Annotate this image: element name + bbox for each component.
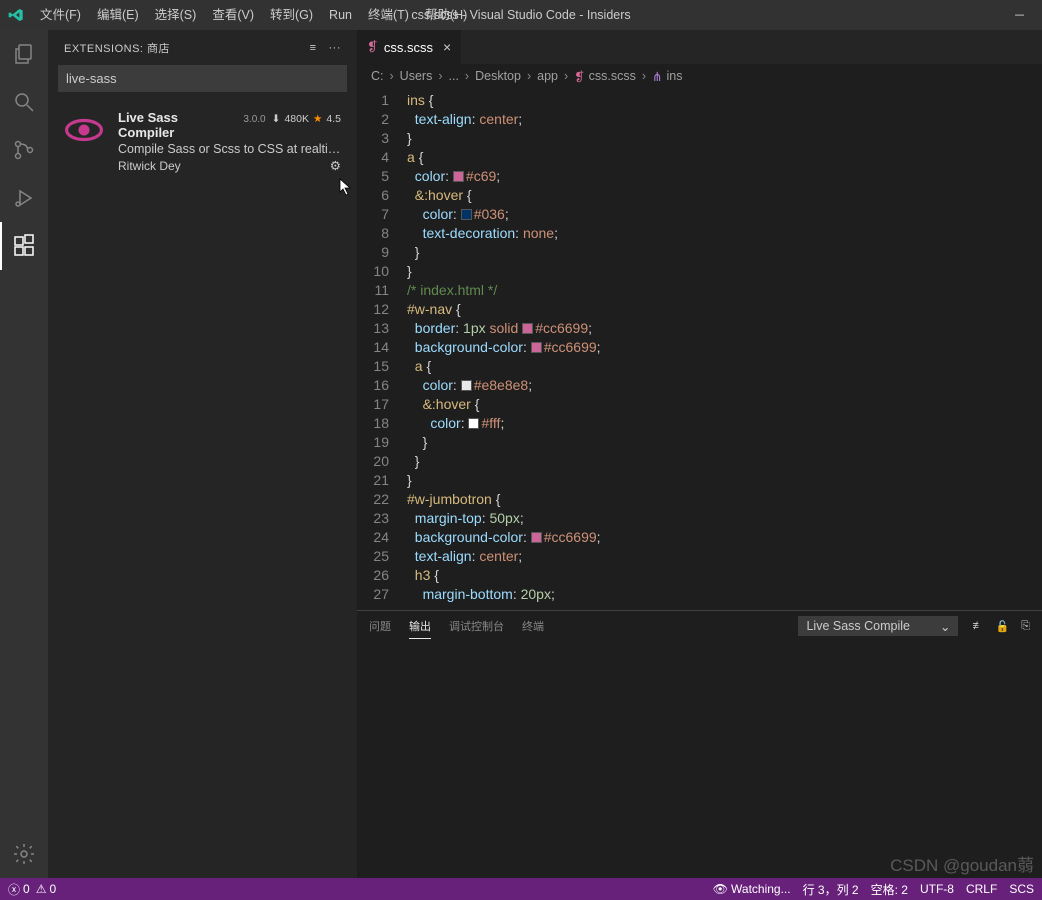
sidebar-header: EXTENSIONS: 商店 ≡ ···: [48, 30, 357, 65]
search-icon[interactable]: [0, 78, 48, 126]
output-channel-select[interactable]: Live Sass Compile: [798, 616, 958, 636]
extensions-sidebar: EXTENSIONS: 商店 ≡ ··· Live Sass Compiler …: [48, 30, 357, 878]
extension-search-input[interactable]: [58, 65, 347, 92]
extension-eye-icon: [64, 110, 104, 150]
status-eol[interactable]: CRLF: [966, 882, 997, 896]
menu-item[interactable]: 转到(G): [262, 0, 321, 30]
status-bar: ⓧ 0 ⚠ 0 👁 Watching... 行 3，列 2 空格: 2 UTF-…: [0, 878, 1042, 900]
menu-item[interactable]: 终端(T): [360, 0, 417, 30]
menu-item[interactable]: Run: [321, 0, 360, 30]
panel-tab[interactable]: 输出: [409, 614, 431, 639]
status-line-col[interactable]: 行 3，列 2: [803, 881, 859, 898]
sidebar-title: EXTENSIONS: 商店: [64, 40, 310, 56]
breadcrumb-segment[interactable]: Users: [400, 69, 433, 83]
breadcrumb-segment[interactable]: ...: [449, 69, 459, 83]
panel-tabs: 问题输出调试控制台终端 Live Sass Compile ≢ 🔓 ⎘: [357, 611, 1042, 641]
extensions-icon[interactable]: [0, 222, 48, 270]
status-language[interactable]: SCS: [1009, 882, 1034, 896]
explorer-icon[interactable]: [0, 30, 48, 78]
code-editor[interactable]: 1234567891011121314151617181920212223242…: [357, 87, 1042, 610]
breadcrumb-segment[interactable]: ⋔ins: [652, 69, 682, 84]
editor-tabs: ❡ css.scss ×: [357, 30, 1042, 65]
extension-manage-gear-icon[interactable]: ⚙: [330, 158, 341, 173]
breadcrumb[interactable]: C:›Users›...›Desktop›app›❡css.scss›⋔ins: [357, 65, 1042, 87]
breadcrumb-segment[interactable]: ❡css.scss: [574, 69, 636, 84]
menu-item[interactable]: 查看(V): [204, 0, 262, 30]
lock-scroll-icon[interactable]: 🔓: [995, 620, 1009, 633]
menu-item[interactable]: 选择(S): [147, 0, 205, 30]
panel-tab[interactable]: 调试控制台: [449, 614, 504, 639]
window-title: css.scss - Visual Studio Code - Insiders: [411, 8, 630, 22]
filter-icon[interactable]: ≡: [310, 42, 317, 54]
titlebar: 文件(F)编辑(E)选择(S)查看(V)转到(G)Run终端(T)帮助(H) c…: [0, 0, 1042, 30]
extension-stats: ⬇480K ★4.5: [272, 113, 341, 125]
editor-tab-css-scss[interactable]: ❡ css.scss ×: [357, 30, 461, 64]
status-warnings[interactable]: ⚠ 0: [36, 882, 56, 896]
extension-name: Live Sass Compiler: [118, 110, 237, 140]
breadcrumb-segment[interactable]: C:: [371, 69, 384, 83]
tab-label: css.scss: [384, 40, 433, 55]
code-content[interactable]: ins { text-align: center;}a { color: #c6…: [407, 87, 1042, 610]
open-file-icon[interactable]: ⎘: [1021, 620, 1030, 633]
source-control-icon[interactable]: [0, 126, 48, 174]
close-tab-icon[interactable]: ×: [443, 39, 451, 55]
extension-author: Ritwick Dey: [118, 159, 181, 173]
minimize-button[interactable]: ─: [997, 0, 1042, 30]
extension-list-item[interactable]: Live Sass Compiler 3.0.0 ⬇480K ★4.5 Comp…: [48, 102, 357, 181]
menu-item[interactable]: 文件(F): [32, 0, 89, 30]
menu-bar: 文件(F)编辑(E)选择(S)查看(V)转到(G)Run终端(T)帮助(H): [32, 0, 475, 30]
window-controls: ─: [997, 0, 1042, 30]
vscode-insiders-icon: [0, 7, 32, 23]
run-debug-icon[interactable]: [0, 174, 48, 222]
bottom-panel: 问题输出调试控制台终端 Live Sass Compile ≢ 🔓 ⎘: [357, 610, 1042, 878]
status-spaces[interactable]: 空格: 2: [871, 881, 908, 898]
activity-bar: [0, 30, 48, 878]
sass-file-icon: ❡: [367, 39, 378, 55]
extension-description: Compile Sass or Scss to CSS at realtime …: [118, 142, 341, 156]
status-errors[interactable]: ⓧ 0: [8, 881, 30, 898]
settings-gear-icon[interactable]: [0, 830, 48, 878]
panel-tab[interactable]: 终端: [522, 614, 544, 639]
menu-item[interactable]: 编辑(E): [89, 0, 147, 30]
status-encoding[interactable]: UTF-8: [920, 882, 954, 896]
status-watching[interactable]: 👁 Watching...: [713, 882, 791, 896]
more-actions-icon[interactable]: ···: [329, 42, 342, 54]
panel-tab[interactable]: 问题: [369, 614, 391, 639]
extension-version: 3.0.0: [243, 114, 265, 125]
breadcrumb-segment[interactable]: Desktop: [475, 69, 521, 83]
line-numbers: 1234567891011121314151617181920212223242…: [357, 87, 407, 610]
editor-area: ❡ css.scss × C:›Users›...›Desktop›app›❡c…: [357, 30, 1042, 878]
breadcrumb-segment[interactable]: app: [537, 69, 558, 83]
clear-output-icon[interactable]: ≢: [972, 620, 983, 633]
